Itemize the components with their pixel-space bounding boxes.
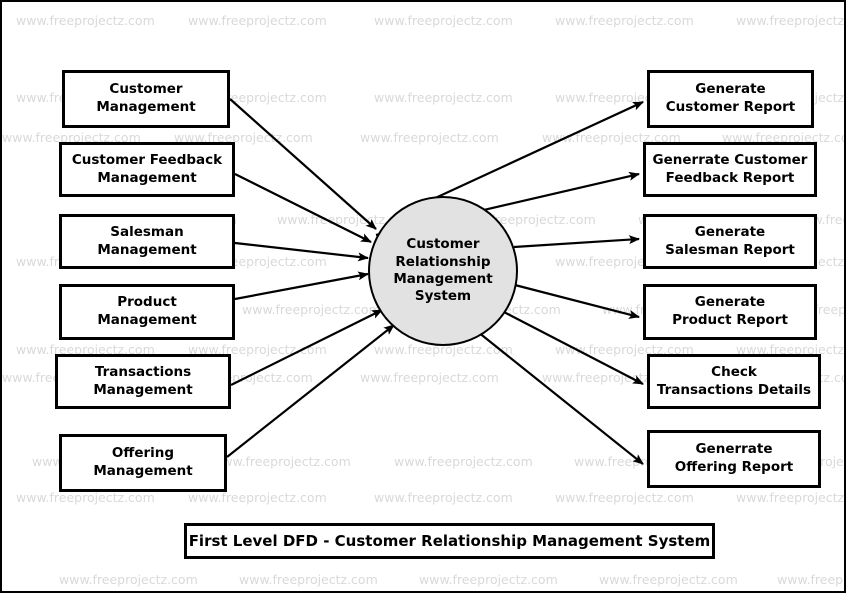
- flow-customer-management-to-crm-system: [229, 98, 377, 230]
- watermark-text: www.freeprojectz.com: [239, 572, 378, 587]
- flow-crm-system-to-generate-offering-report: [477, 331, 644, 465]
- watermark-text: www.freeprojectz.com: [59, 572, 198, 587]
- watermark-text: www.freeprojectz.com: [188, 13, 327, 28]
- dfd-canvas: www.freeprojectz.com www.freeprojectz.com…: [0, 0, 846, 593]
- entity-label: Generate Salesman Report: [665, 223, 795, 258]
- watermark-text: www.freeprojectz.com: [419, 572, 558, 587]
- entity-check-transactions-details[interactable]: Check Transactions Details: [647, 354, 821, 409]
- watermark-text: www.freeprojectz.com: [599, 572, 738, 587]
- entity-label: Transactions Management: [93, 363, 193, 398]
- entity-label: Offering Management: [93, 445, 193, 479]
- entity-label: Generrate Offering Report: [674, 441, 794, 475]
- flow-crm-system-to-check-transactions-details: [499, 309, 644, 385]
- entity-label: Product Management: [97, 294, 197, 328]
- watermark-text: www.freeprojectz.com: [16, 13, 155, 28]
- watermark-text: www.freeprojectz.com: [374, 13, 513, 28]
- watermark-text: www.freeprojectz.com: [360, 370, 499, 385]
- entity-label: Customer Feedback Management: [71, 151, 223, 186]
- flow-offering-management-to-crm-system: [226, 324, 395, 458]
- flow-product-management-to-crm-system: [234, 271, 369, 301]
- entity-salesman-management[interactable]: Salesman Management: [59, 214, 235, 269]
- flow-crm-system-to-generate-salesman-report: [513, 235, 640, 249]
- entity-generate-offering-report[interactable]: Generrate Offering Report: [647, 430, 821, 488]
- entity-label: Generrate Customer Feedback Report: [652, 151, 808, 186]
- watermark-text: www.freeprojectz.com: [374, 490, 513, 505]
- watermark-text: www.freeprojectz.com: [777, 572, 846, 587]
- watermark-text: www.freeprojectz.com: [555, 13, 694, 28]
- entity-label: Salesman Management: [97, 223, 197, 258]
- flow-transactions-management-to-crm-system: [230, 309, 383, 386]
- watermark-text: www.freeprojectz.com: [360, 130, 499, 145]
- entity-generate-customer-feedback-report[interactable]: Generrate Customer Feedback Report: [643, 142, 817, 197]
- watermark-text: www.freeprojectz.com: [736, 490, 845, 505]
- watermark-text: www.freeprojectz.com: [188, 490, 327, 505]
- entity-offering-management[interactable]: Offering Management: [59, 434, 227, 492]
- entity-label: Customer Management: [96, 81, 196, 115]
- watermark-text: www.freeprojectz.com: [555, 490, 694, 505]
- entity-generate-salesman-report[interactable]: Generate Salesman Report: [643, 214, 817, 269]
- entity-label: Generate Product Report: [672, 294, 788, 328]
- entity-generate-customer-report[interactable]: Generate Customer Report: [647, 70, 814, 128]
- entity-product-management[interactable]: Product Management: [59, 284, 235, 340]
- flow-salesman-management-to-crm-system: [234, 241, 369, 262]
- flow-crm-system-to-generate-product-report: [510, 282, 640, 319]
- watermark-text: www.freeprojectz.com: [242, 302, 381, 317]
- watermark-text: www.freeprojectz.com: [394, 454, 533, 469]
- entity-customer-feedback-management[interactable]: Customer Feedback Management: [59, 142, 235, 197]
- watermark-text: www.freeprojectz.com: [212, 454, 351, 469]
- watermark-text: www.freeprojectz.com: [736, 13, 845, 28]
- diagram-caption: First Level DFD - Customer Relationship …: [184, 523, 715, 559]
- watermark-text: www.freeprojectz.com: [374, 90, 513, 105]
- process-crm-system[interactable]: Customer Relationship Management System: [368, 196, 518, 346]
- entity-transactions-management[interactable]: Transactions Management: [55, 354, 231, 409]
- entity-label: Check Transactions Details: [656, 363, 812, 398]
- entity-customer-management[interactable]: Customer Management: [62, 70, 230, 128]
- flow-customer-feedback-management-to-crm-system: [234, 173, 372, 243]
- entity-generate-product-report[interactable]: Generate Product Report: [643, 284, 817, 340]
- process-label: Customer Relationship Management System: [393, 236, 493, 305]
- entity-label: Generate Customer Report: [665, 81, 796, 115]
- diagram-caption-text: First Level DFD - Customer Relationship …: [188, 532, 711, 550]
- watermark-text: www.freeprojectz.com: [16, 490, 155, 505]
